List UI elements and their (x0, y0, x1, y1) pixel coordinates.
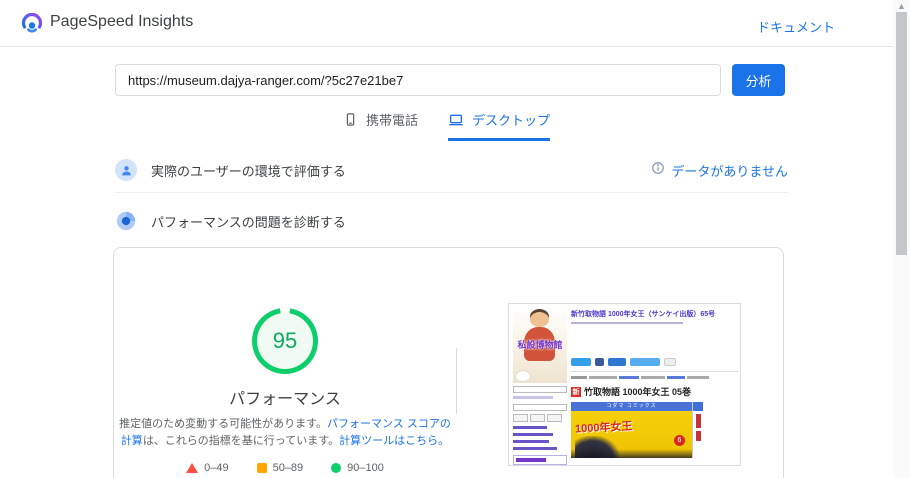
thumbnail-sidebar: 私設博物館 (513, 307, 567, 465)
device-tabs: 携帯電話 デスクトップ (0, 110, 893, 141)
field-data-section-title: 実際のユーザーの環境で評価する (151, 163, 346, 179)
calculator-link[interactable]: 計算ツールはこちら。 (339, 435, 449, 447)
thumbnail-text-row (571, 376, 738, 380)
mobile-phone-icon (343, 112, 358, 127)
no-data-label: データがありません (671, 163, 788, 179)
cover-spine-top (693, 402, 703, 412)
field-data-section-header: 実際のユーザーの環境で評価する データがありません (115, 155, 788, 185)
cover-publisher-band: コダマ コミックス (571, 402, 692, 412)
cover-artwork: 1000年女王 6 (571, 411, 692, 459)
legend-pass: 90–100 (331, 462, 384, 474)
thumbnail-link (513, 440, 549, 443)
note-text-2: は、これらの指標を基に行っています。 (142, 435, 340, 448)
thumbnail-search-box (513, 404, 567, 411)
thumbnail-link (513, 447, 557, 450)
thumbnail-caption-bar (513, 396, 553, 399)
diagnose-speedometer-icon (115, 210, 137, 232)
thumbnail-widget (513, 386, 567, 393)
thumbnail-post-title: 新竹取物語 1000年女王（サンケイ出版）65号 (571, 311, 716, 318)
cover-volume-number: 6 (674, 435, 685, 447)
analyze-button[interactable]: 分析 (732, 64, 785, 96)
performance-note: 推定値のため変動する可能性があります。パフォーマンス スコアの計算は、これらの指… (119, 416, 451, 450)
thumbnail-link (513, 426, 547, 429)
thumbnail-post-heading: 新 竹取物語 1000年女王 05巻 (571, 385, 738, 398)
score-legend: 0–49 50–89 90–100 (114, 462, 456, 474)
average-square-icon (256, 463, 267, 474)
page-scrollbar: ▲ (893, 0, 910, 478)
card-vertical-divider (456, 348, 457, 414)
tab-desktop[interactable]: デスクトップ (448, 110, 551, 141)
section-divider (115, 192, 788, 193)
diagnose-section-header: パフォーマンスの問題を診断する (115, 206, 788, 236)
performance-score-panel: 95 パフォーマンス 推定値のため変動する可能性があります。パフォーマンス スコ… (114, 248, 456, 474)
thumbnail-social-buttons (571, 358, 738, 367)
tab-mobile[interactable]: 携帯電話 (343, 110, 418, 141)
final-screenshot-thumbnail[interactable]: 私設博物館 新竹取物語 1000年女王（サンケイ出版）65号 新 竹取物語 10… (508, 303, 741, 466)
thumbnail-heading-text: 竹取物語 1000年女王 05巻 (584, 387, 692, 398)
header: PageSpeed Insights ドキュメント (0, 0, 893, 47)
scrollbar-up-arrow[interactable]: ▲ (893, 0, 910, 12)
legend-fail: 0–49 (186, 462, 229, 475)
desktop-icon (448, 112, 464, 128)
thumbnail-site-banner: 私設博物館 (513, 307, 567, 383)
app-title: PageSpeed Insights (50, 13, 194, 30)
cat-illustration (516, 371, 530, 381)
average-range-label: 50–89 (272, 462, 304, 475)
documentation-link[interactable]: ドキュメント (757, 17, 835, 36)
pass-circle-icon (331, 463, 342, 474)
character-illustration (530, 312, 549, 327)
manga-cover-image: コダマ コミックス 1000年女王 6 (571, 402, 703, 459)
fail-triangle-icon (186, 463, 199, 474)
thumbnail-nav-box (513, 455, 567, 465)
note-text-1: 推定値のため変動する可能性があります。 (119, 418, 328, 430)
cover-spine (692, 402, 703, 459)
thumbnail-link (513, 433, 553, 436)
tab-desktop-label: デスクトップ (472, 113, 551, 128)
pagespeed-insights-app: PageSpeed Insights ドキュメント 分析 携帯電話 デスクトップ (0, 0, 910, 478)
thumbnail-divider (571, 371, 738, 373)
scrollbar-thumb[interactable] (896, 12, 907, 255)
real-user-environment-icon (115, 159, 137, 181)
cover-bottom-shade (571, 449, 692, 459)
pagespeed-logo-icon[interactable] (20, 11, 44, 35)
performance-score-gauge[interactable]: 95 (252, 308, 318, 374)
thumbnail-content: 新竹取物語 1000年女王（サンケイ出版）65号 新 竹取物語 1000年女王 … (571, 310, 738, 459)
performance-label: パフォーマンス (229, 391, 341, 408)
fail-range-label: 0–49 (204, 462, 229, 475)
new-badge: 新 (571, 386, 581, 397)
diagnose-section-title: パフォーマンスの問題を診断する (151, 214, 346, 230)
tab-mobile-label: 携帯電話 (365, 113, 418, 128)
thumbnail-site-name: 私設博物館 (517, 340, 563, 350)
cover-title-text: 1000年女王 (574, 420, 633, 436)
performance-score-value: 95 (257, 313, 313, 369)
legend-average: 50–89 (256, 462, 304, 475)
thumbnail-buttons (513, 414, 567, 422)
url-input[interactable] (115, 64, 721, 96)
performance-report-card: 95 パフォーマンス 推定値のため変動する可能性があります。パフォーマンス スコ… (113, 247, 784, 478)
info-icon[interactable] (651, 161, 665, 180)
pass-range-label: 90–100 (347, 462, 384, 475)
